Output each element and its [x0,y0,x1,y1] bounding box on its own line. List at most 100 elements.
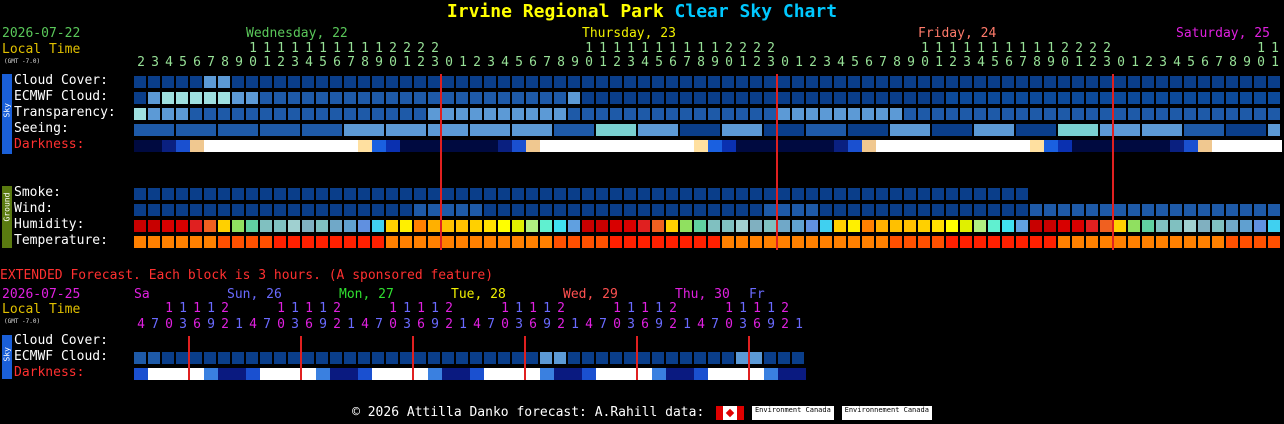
transparency-cell [736,108,748,120]
humidity-cell [344,220,356,232]
humidity-cell [694,220,706,232]
ext-hour-tick: 2 [221,317,229,332]
hour-tick: 8 [361,55,369,70]
hour-tick-tens: 1 [1271,41,1279,56]
ext-darkness-cell [540,368,554,380]
darkness-cell [1044,140,1058,152]
ext-hour-tick-tens: 1 [655,301,663,316]
transparency-cell [792,108,804,120]
ecmwf-cloud-cell [232,92,244,104]
wind-cell [974,204,986,216]
hour-tick: 6 [669,55,677,70]
smoke-cell [848,188,860,200]
ext-ecmwf-cloud-cell [484,352,496,364]
darkness-cell [1240,140,1254,152]
hour-tick: 9 [711,55,719,70]
ext-darkness-cell [190,368,204,380]
humidity-cell [1198,220,1210,232]
hour-tick: 6 [1005,55,1013,70]
smoke-cell [1016,188,1028,200]
darkness-cell [582,140,596,152]
seeing-cell [722,124,762,136]
smoke-cell [344,188,356,200]
ext-darkness-cell [428,368,442,380]
transparency-cell [1184,108,1196,120]
seeing-cell [554,124,594,136]
ecmwf-cloud-cell [946,92,958,104]
hour-tick-tens: 2 [725,41,733,56]
wind-cell [1156,204,1168,216]
transparency-cell [372,108,384,120]
hour-tick: 2 [1089,55,1097,70]
midnight-line [440,74,442,250]
ecmwf-cloud-cell [848,92,860,104]
hour-tick-tens: 1 [935,41,943,56]
ext-row-label-cloud-cover: Cloud Cover: [14,333,108,348]
ecmwf-cloud-cell [834,92,846,104]
hour-tick: 5 [1187,55,1195,70]
cloud-cover-cell [1170,76,1182,88]
wind-cell [386,204,398,216]
gmt-offset: (GMT -7.0) [4,58,41,65]
ext-midnight-line [412,336,414,380]
humidity-cell [358,220,370,232]
smoke-cell [624,188,636,200]
smoke-cell [736,188,748,200]
transparency-cell [260,108,272,120]
humidity-cell [190,220,202,232]
wind-cell [1142,204,1154,216]
humidity-cell [932,220,944,232]
temperature-cell [638,236,650,248]
temperature-cell [302,236,314,248]
smoke-cell [554,188,566,200]
transparency-cell [1086,108,1098,120]
hour-tick: 3 [487,55,495,70]
smoke-cell [400,188,412,200]
darkness-cell [246,140,260,152]
ext-ecmwf-cloud-cell [694,352,706,364]
transparency-cell [582,108,594,120]
site-name: Irvine Regional Park [446,1,664,22]
ext-hour-tick: 4 [473,317,481,332]
ecmwf-cloud-cell [596,92,608,104]
ecmwf-cloud-cell [764,92,776,104]
ext-hour-tick: 7 [599,317,607,332]
humidity-cell [652,220,664,232]
cloud-cover-cell [260,76,272,88]
seeing-cell [1226,124,1266,136]
ext-hour-tick: 0 [277,317,285,332]
hour-tick: 8 [557,55,565,70]
temperature-cell [288,236,300,248]
ext-hour-tick-tens: 1 [277,301,285,316]
darkness-cell [274,140,288,152]
humidity-cell [456,220,468,232]
humidity-cell [526,220,538,232]
darkness-cell [484,140,498,152]
humidity-cell [834,220,846,232]
ext-darkness-cell [358,368,372,380]
ecmwf-cloud-cell [792,92,804,104]
cloud-cover-cell [582,76,594,88]
ext-darkness-cell [218,368,232,380]
wind-cell [904,204,916,216]
ext-darkness-cell [708,368,722,380]
darkness-cell [568,140,582,152]
ext-row-label-darkness: Darkness: [14,365,85,380]
cloud-cover-cell [428,76,440,88]
smoke-cell [526,188,538,200]
temperature-cell [456,236,468,248]
cloud-cover-cell [274,76,286,88]
smoke-cell [456,188,468,200]
smoke-cell [652,188,664,200]
smoke-cell [820,188,832,200]
ext-hour-tick-tens: 1 [403,301,411,316]
ecmwf-cloud-cell [554,92,566,104]
hour-tick-tens: 1 [1047,41,1055,56]
cloud-cover-cell [1072,76,1084,88]
ext-hour-tick-tens: 1 [431,301,439,316]
wind-cell [792,204,804,216]
smoke-cell [834,188,846,200]
ext-darkness-cell [666,368,680,380]
ext-darkness-cell [470,368,484,380]
temperature-cell [554,236,566,248]
